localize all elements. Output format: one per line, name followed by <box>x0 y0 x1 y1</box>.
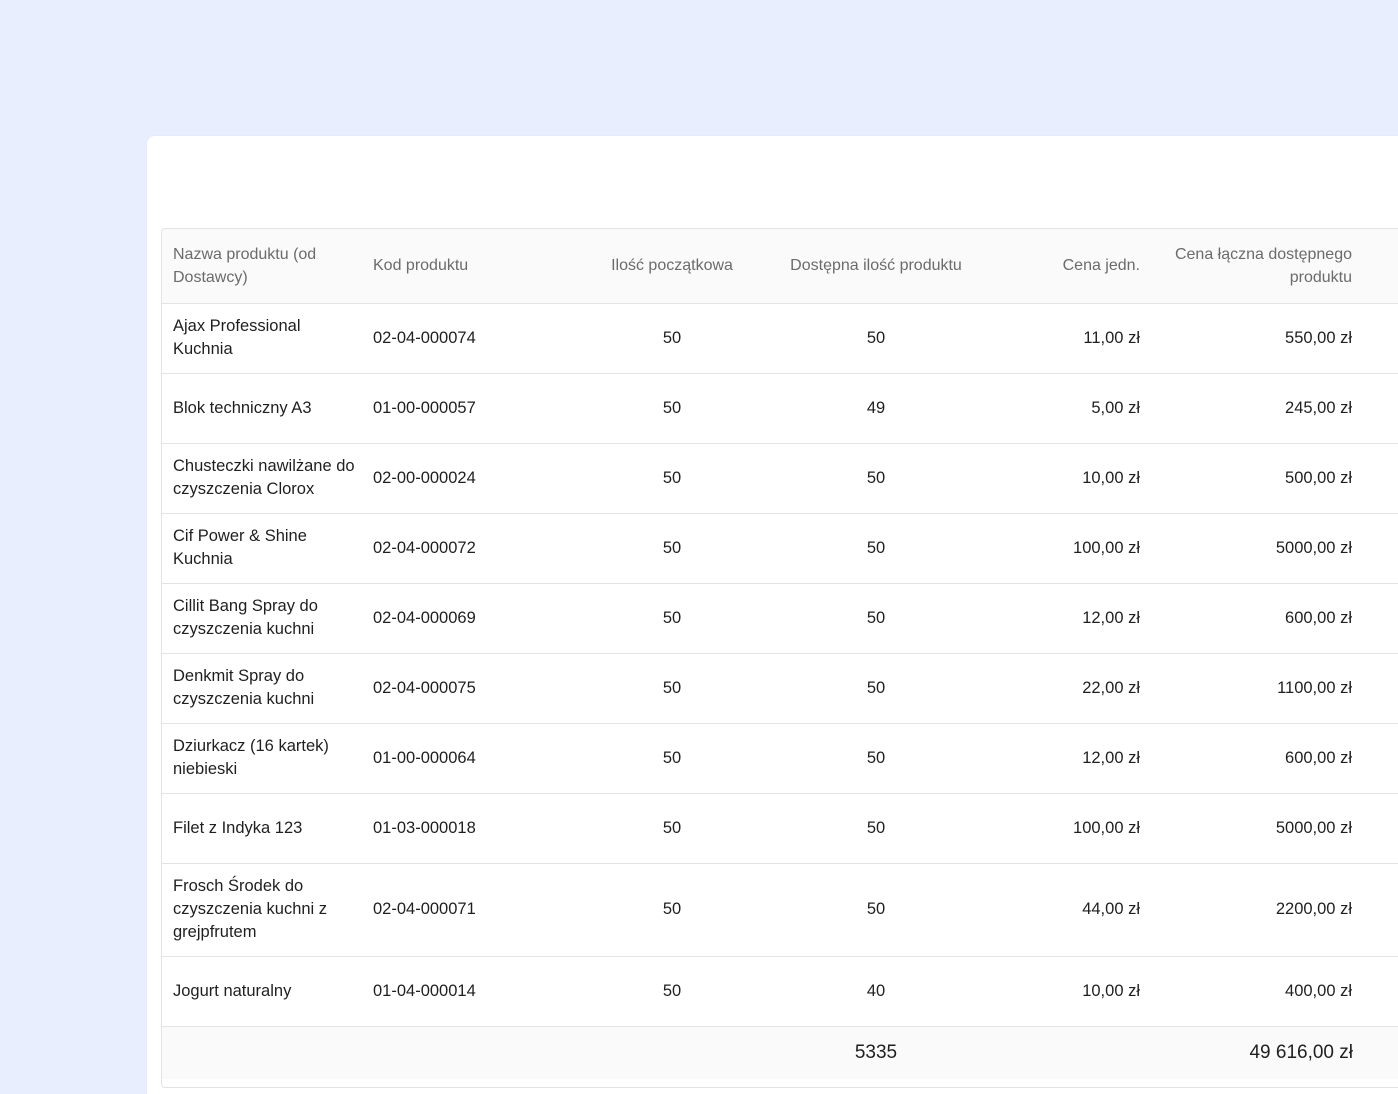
cell-product-name: Cif Power & Shine Kuchnia <box>162 513 368 584</box>
summary-total-price: 49 616,00 zł <box>1249 1041 1353 1063</box>
cell-available-quantity: 50 <box>774 513 978 584</box>
header-unit-price[interactable]: Cena jedn. <box>978 229 1152 304</box>
cell-initial-quantity: 50 <box>570 373 774 444</box>
cell-initial-quantity: 50 <box>570 863 774 957</box>
cell-unit-price: 44,00 zł <box>978 863 1152 957</box>
cell-initial-quantity: 50 <box>570 583 774 654</box>
cell-unit-price: 22,00 zł <box>978 653 1152 724</box>
header-product-code[interactable]: Kod produktu <box>368 229 570 304</box>
cell-product-code: 02-00-000024 <box>368 443 570 514</box>
cell-initial-quantity: 50 <box>570 956 774 1027</box>
cell-spacer <box>1364 653 1398 724</box>
header-initial-quantity[interactable]: Ilość początkowa <box>570 229 774 304</box>
cell-available-quantity: 50 <box>774 303 978 374</box>
cell-product-name: Blok techniczny A3 <box>162 373 368 444</box>
cell-product-name: Cillit Bang Spray do czyszczenia kuchni <box>162 583 368 654</box>
cell-unit-price: 12,00 zł <box>978 583 1152 654</box>
cell-unit-price: 5,00 zł <box>978 373 1152 444</box>
cell-unit-price: 100,00 zł <box>978 793 1152 864</box>
cell-unit-price: 11,00 zł <box>978 303 1152 374</box>
cell-initial-quantity: 50 <box>570 513 774 584</box>
cell-spacer <box>1364 583 1398 654</box>
cell-initial-quantity: 50 <box>570 793 774 864</box>
cell-product-code: 02-04-000071 <box>368 863 570 957</box>
cell-total-price: 550,00 zł <box>1152 303 1364 374</box>
cell-total-price: 5000,00 zł <box>1152 793 1364 864</box>
cell-total-price: 245,00 zł <box>1152 373 1364 444</box>
cell-initial-quantity: 50 <box>570 723 774 794</box>
cell-available-quantity: 50 <box>774 863 978 957</box>
products-table: Nazwa produktu (od Dostawcy) Kod produkt… <box>162 229 1398 1079</box>
header-product-name[interactable]: Nazwa produktu (od Dostawcy) <box>162 229 368 304</box>
cell-spacer <box>1364 443 1398 514</box>
header-spacer <box>1364 229 1398 304</box>
cell-total-price: 1100,00 zł <box>1152 653 1364 724</box>
content-panel: Nazwa produktu (od Dostawcy) Kod produkt… <box>147 136 1398 1094</box>
cell-initial-quantity: 50 <box>570 653 774 724</box>
cell-product-code: 02-04-000074 <box>368 303 570 374</box>
cell-product-name: Denkmit Spray do czyszczenia kuchni <box>162 653 368 724</box>
cell-total-price: 400,00 zł <box>1152 956 1364 1027</box>
cell-total-price: 600,00 zł <box>1152 723 1364 794</box>
table-summary-row: 5335 49 616,00 zł <box>162 1026 1398 1079</box>
table-row: Ajax Professional Kuchnia 02-04-000074 5… <box>162 303 1398 374</box>
table-row: Dziurkacz (16 kartek) niebieski 01-00-00… <box>162 723 1398 794</box>
table-header-row: Nazwa produktu (od Dostawcy) Kod produkt… <box>162 229 1398 304</box>
table-row: Chusteczki nawilżane do czyszczenia Clor… <box>162 443 1398 514</box>
cell-available-quantity: 50 <box>774 793 978 864</box>
summary-empty-cell <box>570 1026 774 1079</box>
cell-total-price: 600,00 zł <box>1152 583 1364 654</box>
cell-unit-price: 10,00 zł <box>978 443 1152 514</box>
cell-product-name: Chusteczki nawilżane do czyszczenia Clor… <box>162 443 368 514</box>
cell-product-name: Jogurt naturalny <box>162 956 368 1027</box>
cell-product-code: 01-04-000014 <box>368 956 570 1027</box>
cell-total-price: 500,00 zł <box>1152 443 1364 514</box>
cell-initial-quantity: 50 <box>570 303 774 374</box>
cell-total-price: 5000,00 zł <box>1152 513 1364 584</box>
cell-available-quantity: 40 <box>774 956 978 1027</box>
cell-product-code: 02-04-000072 <box>368 513 570 584</box>
cell-product-name: Ajax Professional Kuchnia <box>162 303 368 374</box>
cell-spacer <box>1364 793 1398 864</box>
cell-product-code: 02-04-000075 <box>368 653 570 724</box>
cell-spacer <box>1364 956 1398 1027</box>
table-row: Cillit Bang Spray do czyszczenia kuchni … <box>162 583 1398 654</box>
header-total-price[interactable]: Cena łączna dostępnego produktu <box>1152 229 1364 304</box>
cell-available-quantity: 50 <box>774 443 978 514</box>
cell-available-quantity: 50 <box>774 583 978 654</box>
cell-available-quantity: 50 <box>774 653 978 724</box>
summary-empty-cell <box>978 1026 1152 1079</box>
summary-available-quantity-total: 5335 <box>854 1041 898 1063</box>
cell-product-name: Filet z Indyka 123 <box>162 793 368 864</box>
cell-spacer <box>1364 303 1398 374</box>
cell-total-price: 2200,00 zł <box>1152 863 1364 957</box>
cell-unit-price: 10,00 zł <box>978 956 1152 1027</box>
cell-product-code: 01-03-000018 <box>368 793 570 864</box>
cell-initial-quantity: 50 <box>570 443 774 514</box>
table-row: Jogurt naturalny 01-04-000014 50 40 10,0… <box>162 956 1398 1027</box>
cell-spacer <box>1364 863 1398 957</box>
cell-product-name: Frosch Środek do czyszczenia kuchni z gr… <box>162 863 368 957</box>
summary-empty-cell <box>162 1026 368 1079</box>
summary-empty-cell <box>368 1026 570 1079</box>
cell-product-code: 02-04-000069 <box>368 583 570 654</box>
cell-available-quantity: 49 <box>774 373 978 444</box>
cell-product-name: Dziurkacz (16 kartek) niebieski <box>162 723 368 794</box>
table-row: Cif Power & Shine Kuchnia 02-04-000072 5… <box>162 513 1398 584</box>
cell-spacer <box>1364 373 1398 444</box>
table-row: Frosch Środek do czyszczenia kuchni z gr… <box>162 863 1398 957</box>
products-table-container: Nazwa produktu (od Dostawcy) Kod produkt… <box>161 228 1398 1088</box>
cell-product-code: 01-00-000057 <box>368 373 570 444</box>
table-row: Blok techniczny A3 01-00-000057 50 49 5,… <box>162 373 1398 444</box>
table-row: Denkmit Spray do czyszczenia kuchni 02-0… <box>162 653 1398 724</box>
cell-available-quantity: 50 <box>774 723 978 794</box>
table-row: Filet z Indyka 123 01-03-000018 50 50 10… <box>162 793 1398 864</box>
cell-spacer <box>1364 723 1398 794</box>
cell-unit-price: 12,00 zł <box>978 723 1152 794</box>
cell-product-code: 01-00-000064 <box>368 723 570 794</box>
cell-unit-price: 100,00 zł <box>978 513 1152 584</box>
header-available-quantity[interactable]: Dostępna ilość produktu <box>774 229 978 304</box>
cell-spacer <box>1364 513 1398 584</box>
